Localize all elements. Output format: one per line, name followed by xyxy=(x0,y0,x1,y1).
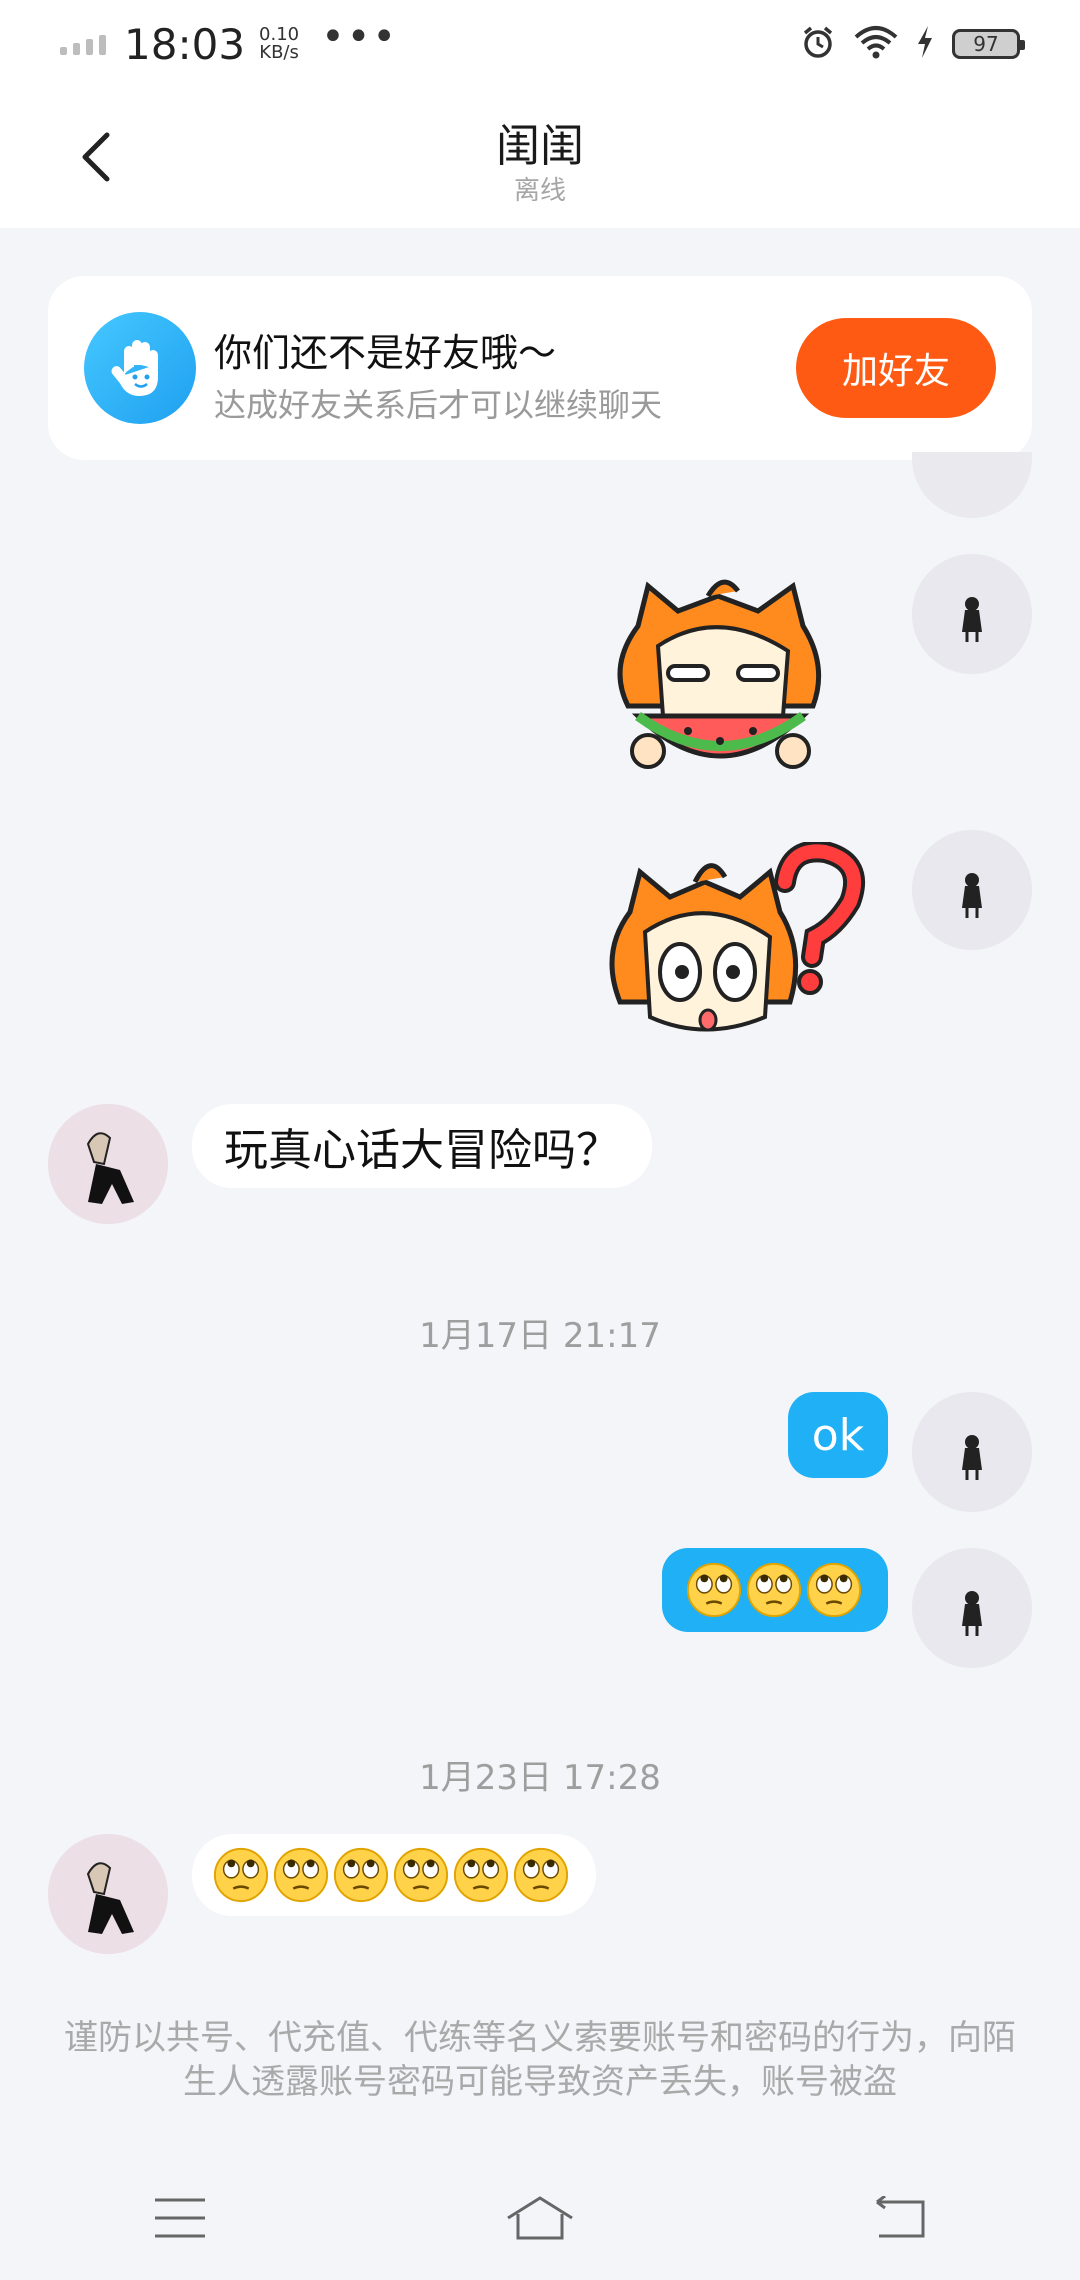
contact-name: 闺闺 xyxy=(496,121,584,172)
return-icon xyxy=(873,2194,927,2244)
alarm-icon xyxy=(800,24,836,64)
avatar-peer[interactable] xyxy=(48,1834,168,1954)
net-speed: 0.10 KB/s xyxy=(259,26,299,62)
hand-wave-icon xyxy=(84,312,196,424)
avatar-self[interactable] xyxy=(912,452,1032,518)
message-bubble-peer[interactable]: 玩真心话大冒险吗？ xyxy=(192,1104,652,1188)
bolt-icon xyxy=(916,26,934,62)
contact-status: 离线 xyxy=(513,176,566,206)
system-navigation-bar xyxy=(0,2160,1080,2280)
home-icon xyxy=(504,2194,576,2246)
more-notifications-indicator: ••• xyxy=(321,14,398,60)
avatar-self[interactable] xyxy=(912,1548,1032,1668)
add-friend-button[interactable]: 加好友 xyxy=(796,318,996,418)
not-friends-banner: 你们还不是好友哦～ 达成好友关系后才可以继续聊天 加好友 xyxy=(48,276,1032,460)
menu-icon xyxy=(153,2196,207,2244)
avatar-peer[interactable] xyxy=(48,1104,168,1224)
eye-roll-emoji-icon xyxy=(213,1847,269,1903)
avatar-self[interactable] xyxy=(912,554,1032,674)
eye-roll-emoji-icon xyxy=(686,1562,742,1618)
message-text: ok xyxy=(811,1409,865,1461)
status-bar: 18:03 0.10 KB/s ••• 97 xyxy=(0,0,1080,88)
message-timestamp: 1月17日 21:17 xyxy=(419,1316,661,1356)
banner-title: 你们还不是好友哦～ xyxy=(214,331,557,375)
eye-roll-emoji-icon xyxy=(453,1847,509,1903)
banner-subtitle: 达成好友关系后才可以继续聊天 xyxy=(214,386,663,424)
menu-button[interactable] xyxy=(120,2180,240,2260)
sticker-question[interactable] xyxy=(600,840,880,1042)
security-notice: 谨防以共号、代充值、代练等名义索要账号和密码的行为，向陌生人透露账号密码可能导致… xyxy=(64,2018,1016,2102)
back-system-button[interactable] xyxy=(840,2180,960,2260)
avatar-self[interactable] xyxy=(912,1392,1032,1512)
battery-indicator: 97 xyxy=(952,29,1025,59)
message-timestamp: 1月23日 17:28 xyxy=(419,1758,661,1798)
signal-icon xyxy=(60,33,106,55)
eye-roll-emoji-icon xyxy=(273,1847,329,1903)
eye-roll-emoji-icon xyxy=(393,1847,449,1903)
eye-roll-emoji-icon xyxy=(806,1562,862,1618)
message-bubble-peer-emoji[interactable] xyxy=(192,1834,596,1916)
net-speed-unit: KB/s xyxy=(259,42,299,63)
message-text: 玩真心话大冒险吗？ xyxy=(224,1125,620,1176)
message-bubble-self[interactable]: ok xyxy=(788,1392,888,1478)
wifi-icon xyxy=(854,25,898,63)
chat-header: 闺闺 离线 xyxy=(0,88,1080,228)
status-time: 18:03 xyxy=(124,19,246,69)
sticker-watermelon[interactable] xyxy=(598,566,842,790)
eye-roll-emoji-icon xyxy=(513,1847,569,1903)
eye-roll-emoji-icon xyxy=(746,1562,802,1618)
avatar-self[interactable] xyxy=(912,830,1032,950)
home-button[interactable] xyxy=(480,2180,600,2260)
eye-roll-emoji-icon xyxy=(333,1847,389,1903)
message-bubble-self-emoji[interactable] xyxy=(662,1548,888,1632)
